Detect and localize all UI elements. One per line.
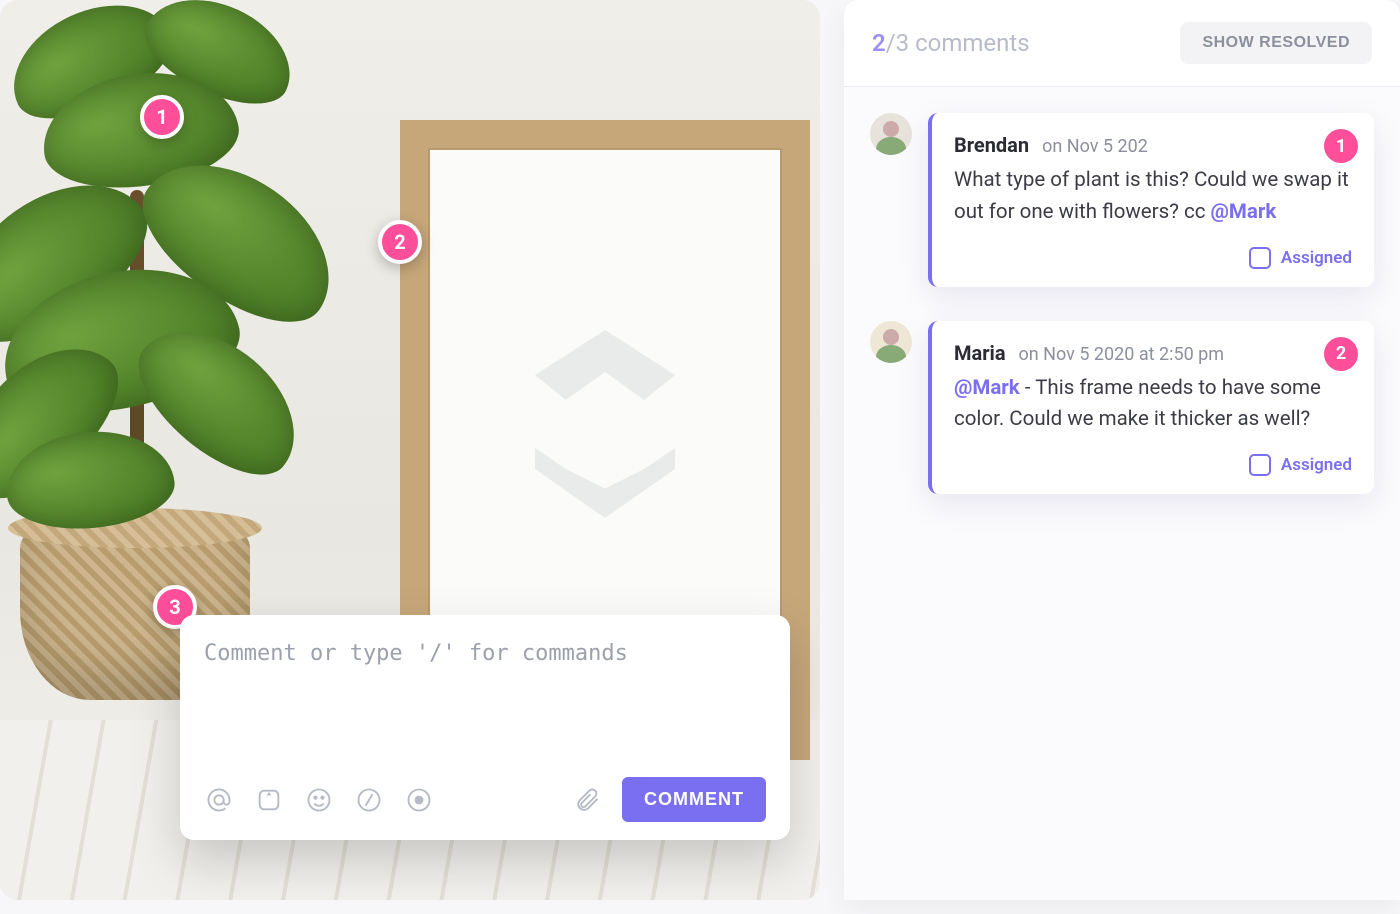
avatar[interactable] bbox=[870, 321, 912, 363]
assigned-row: Assigned bbox=[954, 454, 1352, 476]
count-current: 2 bbox=[872, 29, 886, 57]
brand-logo-watermark bbox=[495, 330, 715, 550]
comment-date: on Nov 5 2020 at 2:50 pm bbox=[1019, 344, 1225, 365]
comment-input[interactable] bbox=[204, 641, 766, 777]
comment-pin-badge[interactable]: 1 bbox=[1324, 129, 1358, 163]
comment-body: What type of plant is this? Could we swa… bbox=[954, 165, 1352, 229]
comment-composer: COMMENT bbox=[180, 615, 790, 840]
show-resolved-button[interactable]: SHOW RESOLVED bbox=[1180, 22, 1372, 64]
comments-header: 2/3 comments SHOW RESOLVED bbox=[844, 0, 1400, 87]
annotation-pin-1[interactable]: 1 bbox=[140, 95, 184, 139]
comment-body: @Mark - This frame needs to have some co… bbox=[954, 373, 1352, 437]
composer-toolbar: COMMENT bbox=[204, 777, 766, 822]
assigned-label: Assigned bbox=[1281, 248, 1352, 268]
comment-card[interactable]: 2 Maria on Nov 5 2020 at 2:50 pm @Mark -… bbox=[928, 321, 1374, 495]
assigned-label: Assigned bbox=[1281, 455, 1352, 475]
comment-author: Brendan bbox=[954, 133, 1029, 157]
comment-author: Maria bbox=[954, 341, 1006, 365]
assigned-checkbox[interactable] bbox=[1249, 247, 1271, 269]
task-icon[interactable] bbox=[254, 785, 284, 815]
mention[interactable]: @Mark bbox=[1211, 200, 1277, 224]
comments-panel: 2/3 comments SHOW RESOLVED 1 Brendan on … bbox=[844, 0, 1400, 900]
count-total: 3 comments bbox=[896, 29, 1030, 57]
assigned-checkbox[interactable] bbox=[1249, 454, 1271, 476]
annotation-pin-2[interactable]: 2 bbox=[378, 220, 422, 264]
comment-meta: Maria on Nov 5 2020 at 2:50 pm bbox=[954, 341, 1352, 365]
comment-item: 1 Brendan on Nov 5 202 What type of plan… bbox=[870, 113, 1374, 287]
comment-pin-badge[interactable]: 2 bbox=[1324, 337, 1358, 371]
comment-card[interactable]: 1 Brendan on Nov 5 202 What type of plan… bbox=[928, 113, 1374, 287]
assigned-row: Assigned bbox=[954, 247, 1352, 269]
attachment-icon[interactable] bbox=[572, 785, 602, 815]
comment-meta: Brendan on Nov 5 202 bbox=[954, 133, 1352, 157]
mention-icon[interactable] bbox=[204, 785, 234, 815]
comments-list: 1 Brendan on Nov 5 202 What type of plan… bbox=[844, 87, 1400, 900]
mention[interactable]: @Mark bbox=[954, 376, 1020, 400]
comment-item: 2 Maria on Nov 5 2020 at 2:50 pm @Mark -… bbox=[870, 321, 1374, 495]
proof-image-panel: 1 2 3 COMMENT bbox=[0, 0, 820, 900]
comments-count: 2/3 comments bbox=[872, 29, 1030, 57]
avatar[interactable] bbox=[870, 113, 912, 155]
slash-command-icon[interactable] bbox=[354, 785, 384, 815]
submit-comment-button[interactable]: COMMENT bbox=[622, 777, 766, 822]
emoji-icon[interactable] bbox=[304, 785, 334, 815]
record-icon[interactable] bbox=[404, 785, 434, 815]
comment-date: on Nov 5 202 bbox=[1042, 136, 1148, 157]
